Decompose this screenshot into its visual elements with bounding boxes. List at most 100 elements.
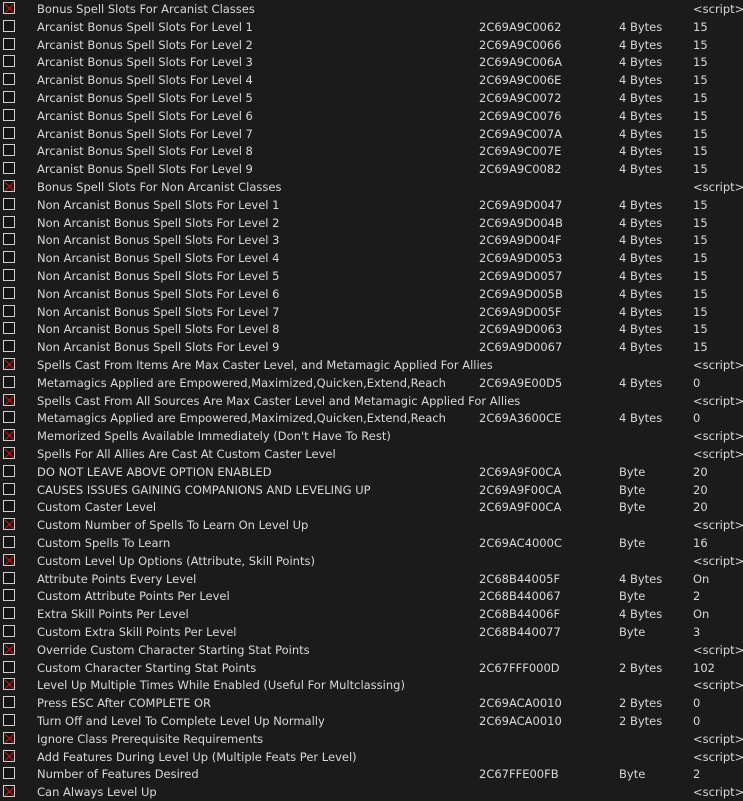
entry-description: Metamagics Applied are Empowered,Maximiz… xyxy=(37,411,446,426)
active-checkbox[interactable] xyxy=(3,162,15,175)
table-row[interactable]: Number of Features Desired 2C67FFE00FB Byt… xyxy=(0,765,743,783)
active-checkbox[interactable] xyxy=(3,731,15,744)
table-row[interactable]: Override Custom Character Starting Stat … xyxy=(0,641,743,659)
active-checkbox[interactable] xyxy=(3,126,15,139)
active-checkbox[interactable] xyxy=(3,304,15,317)
table-row[interactable]: Arcanist Bonus Spell Slots For Level 4 2C… xyxy=(0,71,743,89)
table-row[interactable]: Arcanist Bonus Spell Slots For Level 2 2C… xyxy=(0,36,743,54)
active-checkbox[interactable] xyxy=(3,322,15,335)
active-checkbox[interactable] xyxy=(3,714,15,726)
table-row[interactable]: Non Arcanist Bonus Spell Slots For Level… xyxy=(0,285,743,303)
active-checkbox[interactable] xyxy=(3,571,15,584)
table-row[interactable]: Custom Character Starting Stat Points 2C6… xyxy=(0,659,743,677)
active-checkbox[interactable] xyxy=(3,233,15,246)
table-row[interactable]: Custom Attribute Points Per Level 2C68B44… xyxy=(0,587,743,605)
table-row[interactable]: Arcanist Bonus Spell Slots For Level 1 2C… xyxy=(0,18,743,36)
active-checkbox[interactable] xyxy=(3,144,15,157)
table-row[interactable]: Add Features During Level Up (Multiple F… xyxy=(0,748,743,766)
active-checkbox[interactable] xyxy=(3,91,15,103)
active-checkbox[interactable] xyxy=(3,696,15,709)
table-row[interactable]: CAUSES ISSUES GAINING COMPANIONS AND LEV… xyxy=(0,481,743,499)
table-row[interactable]: Arcanist Bonus Spell Slots For Level 3 2C… xyxy=(0,53,743,71)
active-checkbox[interactable] xyxy=(3,73,15,86)
entry-type: 4 Bytes xyxy=(619,108,663,123)
entry-description: Spells Cast From All Sources Are Max Cas… xyxy=(37,393,521,408)
entry-value: 15 xyxy=(693,322,708,337)
active-checkbox[interactable] xyxy=(3,108,15,121)
active-checkbox[interactable] xyxy=(3,482,15,495)
active-checkbox[interactable] xyxy=(3,500,15,513)
active-checkbox[interactable] xyxy=(3,251,15,264)
active-checkbox[interactable] xyxy=(3,269,15,281)
active-checkbox[interactable] xyxy=(3,37,15,50)
active-checkbox[interactable] xyxy=(3,215,15,228)
table-row[interactable]: Can Always Level Up <script> xyxy=(0,783,743,801)
active-checkbox[interactable] xyxy=(3,589,15,602)
table-row[interactable]: Metamagics Applied are Empowered,Maximiz… xyxy=(0,409,743,427)
table-row[interactable]: Turn Off and Level To Complete Level Up … xyxy=(0,712,743,730)
active-checkbox[interactable] xyxy=(3,767,15,780)
active-checkbox[interactable] xyxy=(3,358,15,370)
entry-value: 15 xyxy=(693,304,708,319)
table-row[interactable]: Custom Extra Skill Points Per Level 2C68B… xyxy=(0,623,743,641)
active-checkbox[interactable] xyxy=(3,2,15,14)
active-checkbox[interactable] xyxy=(3,447,15,459)
active-checkbox[interactable] xyxy=(3,749,15,762)
table-row[interactable]: Non Arcanist Bonus Spell Slots For Level… xyxy=(0,267,743,285)
table-row[interactable]: Non Arcanist Bonus Spell Slots For Level… xyxy=(0,231,743,249)
active-checkbox[interactable] xyxy=(3,785,15,798)
table-row[interactable]: Non Arcanist Bonus Spell Slots For Level… xyxy=(0,214,743,232)
active-checkbox[interactable] xyxy=(3,197,15,210)
active-checkbox[interactable] xyxy=(3,19,15,32)
active-checkbox[interactable] xyxy=(3,340,15,353)
entry-type: 4 Bytes xyxy=(619,162,663,177)
active-checkbox[interactable] xyxy=(3,607,15,620)
active-checkbox[interactable] xyxy=(3,518,15,531)
table-row[interactable]: Non Arcanist Bonus Spell Slots For Level… xyxy=(0,338,743,356)
entry-description: DO NOT LEAVE ABOVE OPTION ENABLED xyxy=(37,464,272,479)
entry-address: 2C68B44006F xyxy=(479,607,561,622)
entry-value: <script> xyxy=(693,358,743,372)
active-checkbox[interactable] xyxy=(3,642,15,655)
table-row[interactable]: Arcanist Bonus Spell Slots For Level 8 2C… xyxy=(0,142,743,160)
table-row[interactable]: Arcanist Bonus Spell Slots For Level 5 2C… xyxy=(0,89,743,107)
active-checkbox[interactable] xyxy=(3,55,15,68)
table-row[interactable]: Non Arcanist Bonus Spell Slots For Level… xyxy=(0,196,743,214)
table-row[interactable]: Ignore Class Prerequisite Requirements <s… xyxy=(0,730,743,748)
table-row[interactable]: Custom Spells To Learn 2C69AC4000C Byte 16 xyxy=(0,534,743,552)
table-row[interactable]: Custom Caster Level 2C69A9F00CA Byte 20 xyxy=(0,498,743,516)
table-row[interactable]: Custom Number of Spells To Learn On Leve… xyxy=(0,516,743,534)
active-checkbox[interactable] xyxy=(3,411,15,424)
table-row[interactable]: Arcanist Bonus Spell Slots For Level 7 2C… xyxy=(0,125,743,143)
table-row[interactable]: Arcanist Bonus Spell Slots For Level 9 2C… xyxy=(0,160,743,178)
table-row[interactable]: Level Up Multiple Times While Enabled (U… xyxy=(0,676,743,694)
active-checkbox[interactable] xyxy=(3,678,15,691)
table-row[interactable]: Bonus Spell Slots For Non Arcanist Class… xyxy=(0,178,743,196)
entry-value: 15 xyxy=(693,108,708,123)
table-row[interactable]: Non Arcanist Bonus Spell Slots For Level… xyxy=(0,320,743,338)
table-row[interactable]: Non Arcanist Bonus Spell Slots For Level… xyxy=(0,249,743,267)
table-row[interactable]: Arcanist Bonus Spell Slots For Level 6 2C… xyxy=(0,107,743,125)
active-checkbox[interactable] xyxy=(3,393,15,406)
active-checkbox[interactable] xyxy=(3,660,15,673)
table-row[interactable]: Memorized Spells Available Immediately (… xyxy=(0,427,743,445)
table-row[interactable]: Non Arcanist Bonus Spell Slots For Level… xyxy=(0,303,743,321)
table-row[interactable]: Attribute Points Every Level 2C68B44005F 4… xyxy=(0,570,743,588)
active-checkbox[interactable] xyxy=(3,286,15,299)
table-row[interactable]: Custom Level Up Options (Attribute, Skil… xyxy=(0,552,743,570)
table-row[interactable]: Spells Cast From Items Are Max Caster Le… xyxy=(0,356,743,374)
table-row[interactable]: Bonus Spell Slots For Arcanist Classes <s… xyxy=(0,0,743,18)
table-row[interactable]: DO NOT LEAVE ABOVE OPTION ENABLED 2C69A9F… xyxy=(0,463,743,481)
active-checkbox[interactable] xyxy=(3,180,15,192)
active-checkbox[interactable] xyxy=(3,375,15,388)
active-checkbox[interactable] xyxy=(3,536,15,548)
table-row[interactable]: Spells Cast From All Sources Are Max Cas… xyxy=(0,392,743,410)
table-row[interactable]: Extra Skill Points Per Level 2C68B44006F 4… xyxy=(0,605,743,623)
active-checkbox[interactable] xyxy=(3,464,15,477)
table-row[interactable]: Metamagics Applied are Empowered,Maximiz… xyxy=(0,374,743,392)
table-row[interactable]: Spells For All Allies Are Cast At Custom… xyxy=(0,445,743,463)
active-checkbox[interactable] xyxy=(3,625,15,637)
active-checkbox[interactable] xyxy=(3,553,15,566)
table-row[interactable]: Press ESC After COMPLETE OR 2C69ACA0010 2 … xyxy=(0,694,743,712)
active-checkbox[interactable] xyxy=(3,429,15,442)
